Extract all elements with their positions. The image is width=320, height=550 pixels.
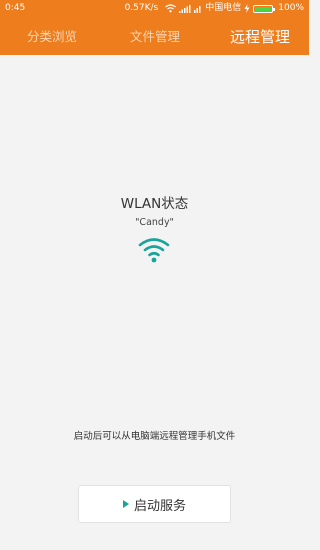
tab-category-browse[interactable]: 分类浏览 [27,22,77,52]
play-icon [122,500,129,508]
tab-bar: 分类浏览 文件管理 远程管理 [0,22,309,52]
signal-4g-icon [194,5,201,13]
wlan-status-title: WLAN状态 [120,196,189,212]
charging-icon [244,4,250,13]
wifi-signal-icon [165,4,177,13]
status-bar: 0:45 0.57K/s 中国电信 100% [0,0,309,17]
battery-level: 100% [278,3,304,13]
remote-hint-text: 启动后可以从电脑端远程管理手机文件 [73,431,236,442]
battery-icon [253,4,276,13]
start-service-label: 启动服务 [133,498,186,514]
start-service-button[interactable]: 启动服务 [78,485,231,523]
app-header: 0:45 0.57K/s 中国电信 100% 分类浏览 文件管理 远程管理 [0,0,309,55]
tab-file-manager[interactable]: 文件管理 [130,22,180,52]
wlan-ssid: "Candy" [135,217,174,228]
cellular-signal-icon [179,4,191,13]
carrier-name: 中国电信 [205,3,242,13]
status-time: 0:45 [5,3,26,13]
wifi-icon [138,238,170,263]
tab-remote-manager[interactable]: 远程管理 [230,22,290,52]
status-right: 0.57K/s 中国电信 100% [125,0,304,17]
network-speed: 0.57K/s [124,3,159,13]
